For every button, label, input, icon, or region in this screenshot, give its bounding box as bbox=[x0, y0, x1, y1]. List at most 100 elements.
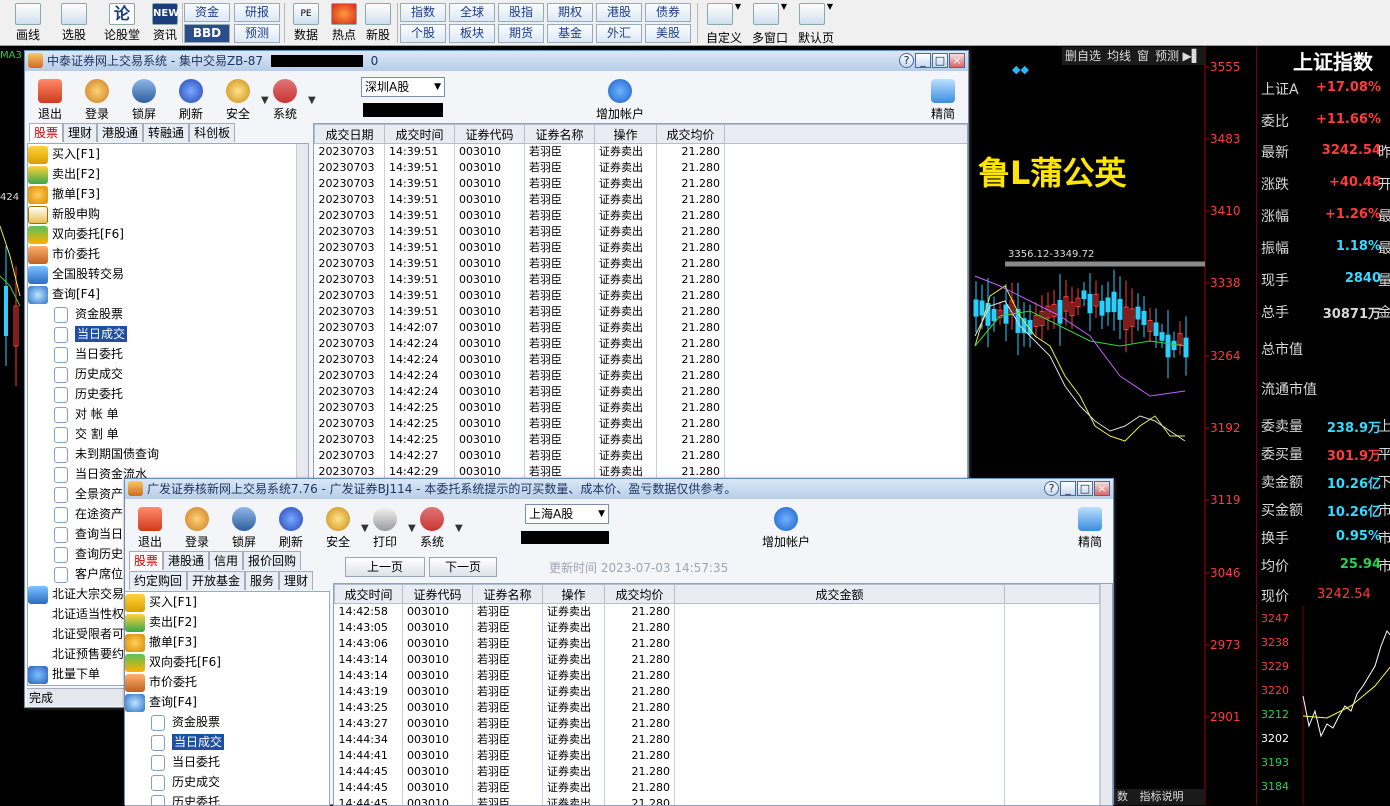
tree-item[interactable]: 北证受限者可 bbox=[28, 624, 124, 644]
column-header[interactable]: 成交均价 bbox=[605, 585, 675, 604]
tree-item[interactable]: 当日成交 bbox=[151, 732, 224, 752]
toolbar-grid-button[interactable]: 研报 bbox=[234, 3, 280, 22]
close-button[interactable]: × bbox=[1094, 481, 1110, 496]
tree-item[interactable]: 买入[F1] bbox=[125, 592, 197, 612]
win1-add-account-button[interactable]: 增加帐户 bbox=[590, 77, 650, 121]
win2-grid-scrollbar[interactable] bbox=[1100, 584, 1112, 806]
tree-item[interactable]: 批量下单 bbox=[28, 664, 100, 684]
tab-2[interactable]: 服务 bbox=[245, 571, 279, 590]
tree-item[interactable]: 北证适当性权 bbox=[28, 604, 124, 624]
toolbar-grid-button[interactable]: BBD bbox=[184, 24, 230, 43]
table-row[interactable]: 2023070314:42:25003010若羽臣证券卖出21.280 bbox=[315, 416, 969, 432]
tree-item[interactable]: 市价委托 bbox=[28, 244, 100, 264]
tree-item[interactable]: 未到期国债查询 bbox=[54, 444, 159, 464]
tree-item[interactable]: 买入[F1] bbox=[28, 144, 100, 164]
chevron-down-icon[interactable]: ▼ bbox=[308, 95, 318, 105]
win1-titlebar[interactable]: 中泰证券网上交易系统 - 集中交易ZB-87 0 ? _ □ × bbox=[25, 51, 968, 71]
table-row[interactable]: 14:44:41003010若羽臣证券卖出21.280 bbox=[335, 748, 1100, 764]
table-row[interactable]: 2023070314:42:24003010若羽臣证券卖出21.280 bbox=[315, 352, 969, 368]
chart-menu-item[interactable]: 窗 bbox=[1137, 49, 1149, 63]
table-row[interactable]: 2023070314:39:51003010若羽臣证券卖出21.280 bbox=[315, 160, 969, 176]
tab-2[interactable]: 港股通 bbox=[97, 123, 143, 142]
tab-0[interactable]: 股票 bbox=[129, 551, 163, 570]
toolbar-market-button[interactable]: 外汇 bbox=[596, 24, 642, 43]
toolbar-multi-window-button[interactable]: ▼多窗口 bbox=[749, 2, 791, 44]
win2-trade-grid[interactable]: 成交时间证券代码证券名称操作成交均价成交金额14:42:58003010若羽臣证… bbox=[333, 583, 1113, 806]
tree-item[interactable]: 北证预售要约 bbox=[28, 644, 124, 664]
tab-1[interactable]: 理财 bbox=[63, 123, 97, 142]
tree-item[interactable]: 资金股票 bbox=[151, 712, 220, 732]
tree-item[interactable]: 当日委托 bbox=[54, 344, 123, 364]
tab-1[interactable]: 开放基金 bbox=[187, 571, 245, 590]
tab-1[interactable]: 港股通 bbox=[163, 551, 209, 570]
win1-refresh-button[interactable]: 刷新 bbox=[166, 77, 216, 121]
toolbar-market-button[interactable]: 期权 bbox=[547, 3, 593, 22]
expand-arrow-icon[interactable]: ▶▌ bbox=[1183, 47, 1201, 65]
table-row[interactable]: 14:43:25003010若羽臣证券卖出21.280 bbox=[335, 700, 1100, 716]
tree-item[interactable]: 双向委托[F6] bbox=[28, 224, 124, 244]
table-row[interactable]: 14:43:19003010若羽臣证券卖出21.280 bbox=[335, 684, 1100, 700]
win2-titlebar[interactable]: 广发证券核新网上交易系统7.76 - 广发证券BJ114 - 本委托系统提示的可… bbox=[125, 479, 1113, 499]
toolbar-market-button[interactable]: 板块 bbox=[449, 24, 495, 43]
table-row[interactable]: 2023070314:39:51003010若羽臣证券卖出21.280 bbox=[315, 224, 969, 240]
chart-menu-item[interactable]: 均线 bbox=[1107, 49, 1131, 63]
tab-3[interactable]: 报价回购 bbox=[243, 551, 301, 570]
tree-item[interactable]: 卖出[F2] bbox=[125, 612, 197, 632]
tree-item[interactable]: 撤单[F3] bbox=[28, 184, 100, 204]
toolbar-home-button[interactable]: ▼默认页 bbox=[795, 2, 837, 44]
column-header[interactable]: 证券代码 bbox=[403, 585, 473, 604]
toolbar-market-button[interactable]: 港股 bbox=[596, 3, 642, 22]
column-header[interactable]: 成交日期 bbox=[315, 125, 385, 144]
win2-lock-screen-button[interactable]: 锁屏 bbox=[219, 505, 269, 549]
close-button[interactable]: × bbox=[949, 53, 965, 68]
win2-simple-mode-button[interactable]: 精简 bbox=[1065, 505, 1115, 549]
table-row[interactable]: 14:43:06003010若羽臣证券卖出21.280 bbox=[335, 636, 1100, 652]
chart-menu-item[interactable]: 删自选 bbox=[1065, 49, 1101, 63]
win2-security-button[interactable]: 安全 bbox=[313, 505, 363, 549]
prev-page-button[interactable]: 上一页 bbox=[345, 557, 425, 577]
tab-0[interactable]: 股票 bbox=[29, 123, 63, 142]
tab-0[interactable]: 约定购回 bbox=[129, 571, 187, 590]
toolbar-market-button[interactable]: 全球 bbox=[449, 3, 495, 22]
chevron-down-icon[interactable]: ▼ bbox=[455, 523, 465, 533]
column-header[interactable]: 成交时间 bbox=[335, 585, 403, 604]
toolbar-stock-select-button[interactable]: 选股 bbox=[52, 2, 96, 44]
table-row[interactable]: 2023070314:42:24003010若羽臣证券卖出21.280 bbox=[315, 368, 969, 384]
help-icon[interactable]: ? bbox=[1044, 481, 1059, 496]
tree-item[interactable]: 全景资产 bbox=[54, 484, 123, 504]
win2-market-select[interactable]: 上海A股▼ bbox=[525, 504, 609, 524]
column-header[interactable]: 操作 bbox=[595, 125, 657, 144]
table-row[interactable]: 2023070314:39:51003010若羽臣证券卖出21.280 bbox=[315, 288, 969, 304]
win2-printer-button[interactable]: 打印 bbox=[360, 505, 410, 549]
chart-menu-item[interactable]: 预测 bbox=[1155, 49, 1179, 63]
table-row[interactable]: 14:44:45003010若羽臣证券卖出21.280 bbox=[335, 780, 1100, 796]
toolbar-hot-button[interactable]: 热点 bbox=[327, 2, 361, 44]
table-row[interactable]: 2023070314:39:51003010若羽臣证券卖出21.280 bbox=[315, 256, 969, 272]
tree-item[interactable]: 历史成交 bbox=[151, 772, 220, 792]
win1-system-tools-button[interactable]: 系统 bbox=[260, 77, 310, 121]
toolbar-lun-button[interactable]: 论论股堂 bbox=[100, 2, 144, 44]
toolbar-market-button[interactable]: 基金 bbox=[547, 24, 593, 43]
toolbar-news-button[interactable]: NEWS资讯 bbox=[143, 2, 187, 44]
tree-item[interactable]: 当日成交 bbox=[54, 324, 127, 344]
toolbar-grid-button[interactable]: 预测 bbox=[234, 24, 280, 43]
toolbar-pencil-button[interactable]: 画线 bbox=[6, 2, 50, 44]
column-header[interactable]: 操作 bbox=[543, 585, 605, 604]
toolbar-pe-button[interactable]: PE数据 bbox=[289, 2, 323, 44]
tree-item[interactable]: 当日委托 bbox=[151, 752, 220, 772]
tree-item[interactable]: 客户席位 bbox=[54, 564, 123, 584]
toolbar-market-button[interactable]: 债券 bbox=[645, 3, 691, 22]
win2-refresh-button[interactable]: 刷新 bbox=[266, 505, 316, 549]
maximize-button[interactable]: □ bbox=[932, 53, 948, 68]
tab-3[interactable]: 理财 bbox=[279, 571, 313, 590]
column-header[interactable]: 成交金额 bbox=[675, 585, 1005, 604]
toolbar-new-stock-button[interactable]: 新股 bbox=[361, 2, 395, 44]
table-row[interactable]: 2023070314:39:51003010若羽臣证券卖出21.280 bbox=[315, 176, 969, 192]
bottom-tab-2[interactable]: 指标说明 bbox=[1136, 790, 1188, 803]
column-header[interactable]: 证券名称 bbox=[473, 585, 543, 604]
tree-item[interactable]: 查询历史 bbox=[54, 544, 123, 564]
tree-item[interactable]: 在途资产 bbox=[54, 504, 123, 524]
table-row[interactable]: 14:43:14003010若羽臣证券卖出21.280 bbox=[335, 668, 1100, 684]
win2-exit-button[interactable]: 退出 bbox=[125, 505, 175, 549]
toolbar-market-button[interactable]: 美股 bbox=[645, 24, 691, 43]
